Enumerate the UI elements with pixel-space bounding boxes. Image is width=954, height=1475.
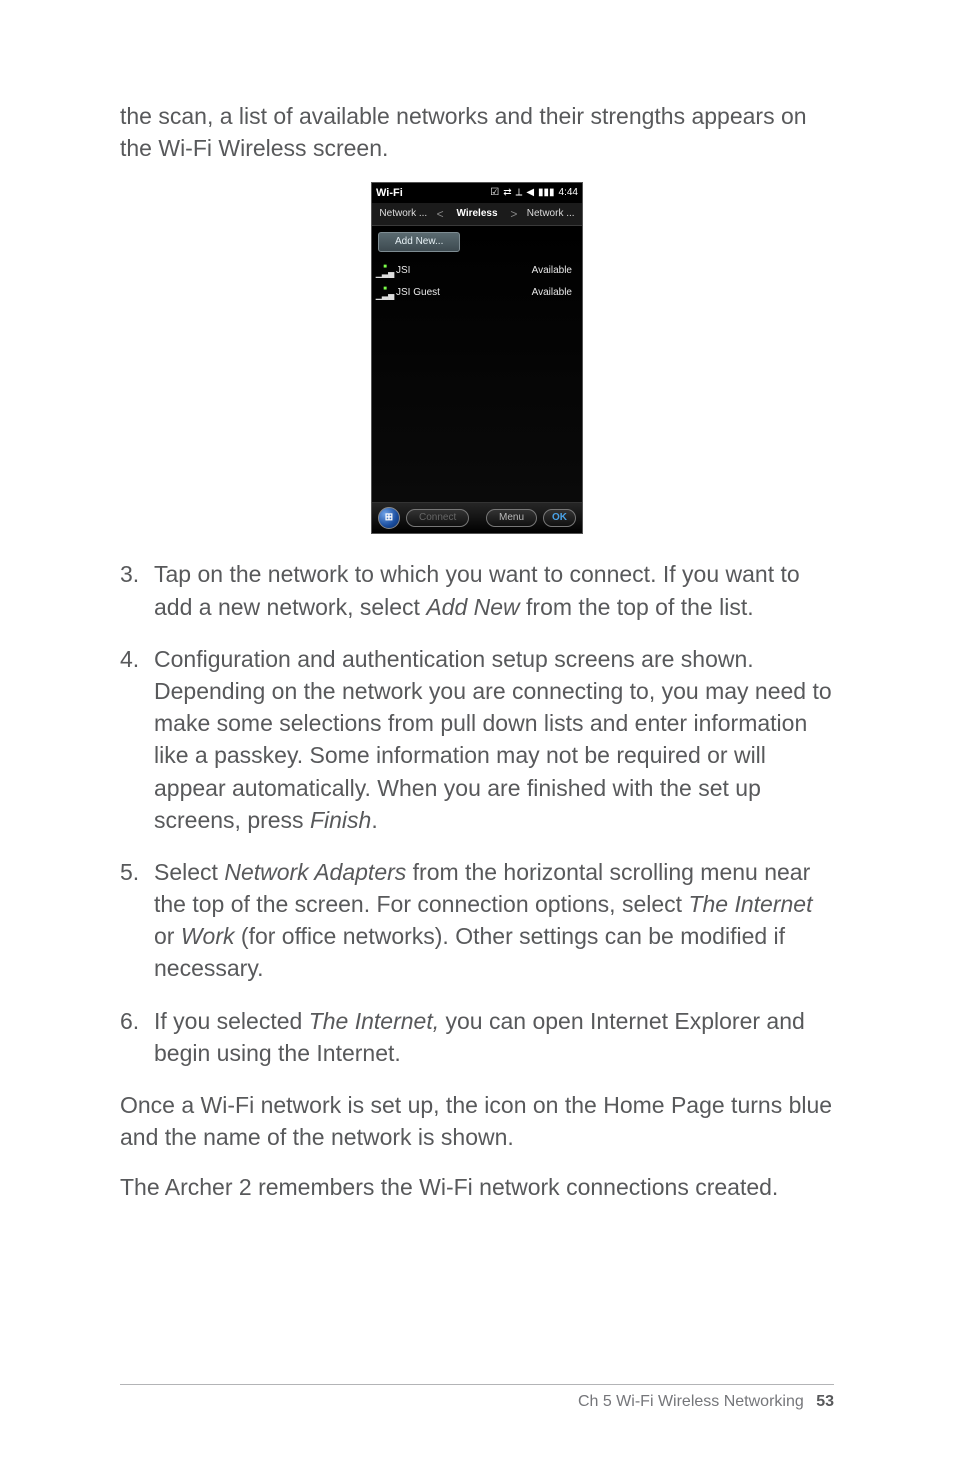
chevron-right-icon: > — [508, 206, 519, 223]
phone-screenshot: Wi-Fi ☑ ⇄ ⟂ ◀ ▮▮▮ 4:44 Network ... < Wir… — [371, 182, 583, 534]
battery-icon: ▮▮▮ — [538, 186, 555, 200]
step-number: 4. — [120, 643, 154, 836]
status-bar: Wi-Fi ☑ ⇄ ⟂ ◀ ▮▮▮ 4:44 — [372, 183, 582, 203]
connect-button: Connect — [406, 509, 469, 527]
chevron-left-icon: < — [435, 206, 446, 223]
tab-right[interactable]: Network ... — [519, 207, 582, 221]
intro-paragraph: the scan, a list of available networks a… — [120, 100, 834, 164]
signal-bars-icon: ▁▃▅ — [376, 292, 394, 300]
status-title: Wi-Fi — [376, 186, 490, 201]
step-text: Select Network Adapters from the horizon… — [154, 856, 834, 985]
step-number: 5. — [120, 856, 154, 985]
add-new-button[interactable]: Add New... — [378, 232, 460, 252]
start-orb-icon[interactable]: ⊞ — [378, 507, 400, 529]
network-status: Available — [532, 286, 572, 300]
step-number: 3. — [120, 558, 154, 622]
wifi-signal-icon: ■▁▃▅ — [378, 286, 392, 300]
tab-left[interactable]: Network ... — [372, 207, 435, 221]
followup-paragraph-1: Once a Wi-Fi network is set up, the icon… — [120, 1089, 834, 1153]
volume-icon: ◀ — [526, 186, 534, 200]
list-item: 5.Select Network Adapters from the horiz… — [120, 856, 834, 985]
wifi-off-icon: ⟂ — [516, 186, 523, 200]
status-icons: ☑ ⇄ ⟂ ◀ ▮▮▮ 4:44 — [490, 186, 578, 200]
checkbox-icon: ☑ — [490, 186, 499, 200]
menu-button[interactable]: Menu — [486, 509, 537, 527]
network-name: JSI — [396, 264, 532, 278]
followup-paragraph-2: The Archer 2 remembers the Wi-Fi network… — [120, 1171, 834, 1203]
network-row[interactable]: ■▁▃▅ JSIAvailable — [378, 260, 576, 282]
sync-icon: ⇄ — [503, 186, 511, 200]
step-number: 6. — [120, 1005, 154, 1069]
soft-key-bar: ⊞ Connect Menu OK — [372, 502, 582, 533]
signal-bars-icon: ▁▃▅ — [376, 270, 394, 278]
tab-bar: Network ... < Wireless > Network ... — [372, 203, 582, 226]
wifi-signal-icon: ■▁▃▅ — [378, 264, 392, 278]
step-text: Tap on the network to which you want to … — [154, 558, 834, 622]
network-name: JSI Guest — [396, 286, 532, 300]
phone-content: Add New... ■▁▃▅ JSIAvailable ■▁▃▅ JSI Guest… — [372, 226, 582, 502]
list-item: 6.If you selected The Internet, you can … — [120, 1005, 834, 1069]
page-footer: Ch 5 Wi-Fi Wireless Networking 53 — [120, 1384, 834, 1413]
step-text: If you selected The Internet, you can op… — [154, 1005, 834, 1069]
network-status: Available — [532, 264, 572, 278]
ok-button[interactable]: OK — [543, 509, 576, 527]
footer-chapter: Ch 5 Wi-Fi Wireless Networking — [578, 1393, 804, 1410]
list-item: 3.Tap on the network to which you want t… — [120, 558, 834, 622]
screenshot-container: Wi-Fi ☑ ⇄ ⟂ ◀ ▮▮▮ 4:44 Network ... < Wir… — [120, 182, 834, 534]
tab-center[interactable]: Wireless — [446, 207, 509, 221]
steps-list: 3.Tap on the network to which you want t… — [120, 558, 834, 1069]
footer-page-number: 53 — [816, 1393, 834, 1410]
network-row[interactable]: ■▁▃▅ JSI GuestAvailable — [378, 282, 576, 304]
step-text: Configuration and authentication setup s… — [154, 643, 834, 836]
list-item: 4.Configuration and authentication setup… — [120, 643, 834, 836]
clock-text: 4:44 — [559, 186, 578, 200]
